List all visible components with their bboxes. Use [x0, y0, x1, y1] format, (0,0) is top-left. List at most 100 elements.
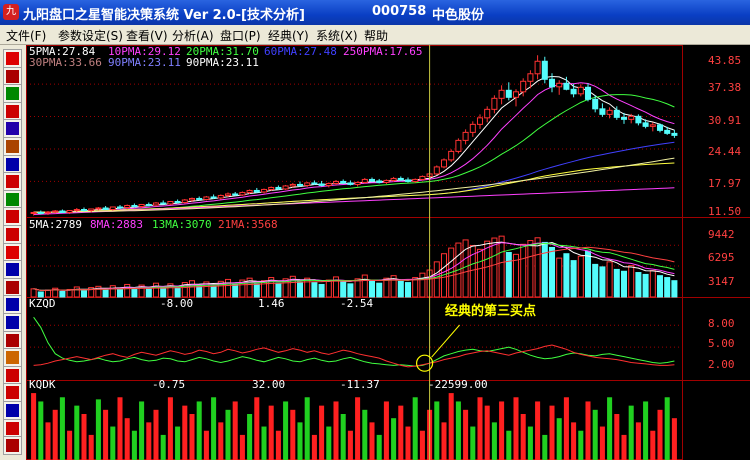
volume-bar: [196, 285, 203, 298]
volume-bar: [188, 280, 196, 298]
volume-bar: [152, 282, 160, 298]
kqdk-bar: [124, 418, 130, 460]
pen-icon[interactable]: [3, 348, 22, 368]
kqdk-bar: [383, 401, 389, 460]
arrow-icon[interactable]: [3, 365, 22, 385]
save-icon[interactable]: [3, 418, 22, 438]
kqdk-bar: [542, 434, 548, 460]
plus-icon[interactable]: [3, 207, 22, 227]
trend-icon[interactable]: [3, 84, 22, 104]
menu-help[interactable]: 帮助: [364, 27, 388, 44]
volume-bar: [376, 282, 383, 298]
book-icon[interactable]: [3, 260, 22, 280]
volume-bar: [404, 282, 412, 298]
candle-body: [628, 115, 635, 120]
candle-body: [541, 60, 548, 80]
menu-classic[interactable]: 经典(Y): [268, 27, 309, 44]
menu-file[interactable]: 文件(F): [6, 27, 46, 44]
candle-body: [383, 179, 390, 183]
left-toolbar: [0, 45, 27, 460]
candle-body: [440, 159, 448, 168]
grid-icon[interactable]: [3, 313, 22, 332]
volume-bar: [325, 279, 332, 298]
fbk-icon-2[interactable]: [3, 401, 22, 420]
kqdk-bar: [261, 426, 267, 460]
legend-ma90-b: 90PMA:23.11: [186, 56, 259, 69]
volume-bar: [484, 240, 491, 298]
menu-param-settings[interactable]: 参数设定(S): [58, 27, 123, 44]
volume-bar: [419, 272, 426, 298]
kqdk-bar: [470, 426, 476, 460]
menu-view[interactable]: 查看(V): [126, 27, 168, 44]
table-icon[interactable]: [3, 154, 22, 174]
volume-tick: 3147: [708, 275, 735, 288]
volume-bar: [635, 272, 642, 298]
kqdk-bar: [448, 393, 454, 460]
menu-pankou[interactable]: 盘口(P): [220, 27, 261, 44]
candle-body: [88, 208, 95, 211]
cross-icon[interactable]: [3, 225, 22, 244]
kqdk-bar: [117, 397, 123, 460]
fbk-icon[interactable]: [3, 383, 22, 403]
kzqd-label: KZQD: [29, 297, 56, 310]
people-icon-glyph: [6, 298, 19, 312]
candle-body: [124, 204, 131, 208]
legend-vol-ma5: 5MA:2789: [29, 218, 82, 231]
volume-bar: [656, 275, 664, 298]
wave-icon[interactable]: [3, 119, 22, 139]
candle-body: [563, 82, 570, 90]
menu-analysis[interactable]: 分析(A): [172, 27, 214, 44]
kqdk-bar: [88, 434, 94, 460]
kqdk-bar: [477, 397, 483, 460]
candle-body: [30, 211, 37, 214]
legend-ma90: 90PMA:23.11: [108, 56, 181, 69]
list-icon[interactable]: [3, 330, 22, 350]
candle-body: [592, 98, 599, 110]
w-icon[interactable]: [3, 172, 22, 192]
volume-bar: [383, 277, 390, 298]
gear-icon[interactable]: [3, 189, 22, 209]
kqdk-bar: [326, 426, 332, 460]
kqdk-bar: [455, 401, 461, 460]
candle-body: [527, 73, 534, 82]
volume-bar: [570, 260, 577, 298]
candle-body: [491, 97, 498, 110]
people-icon[interactable]: [3, 295, 22, 315]
chart-icon[interactable]: [3, 436, 22, 456]
bars-icon[interactable]: [3, 101, 22, 121]
candle-body: [397, 177, 404, 181]
candle-body: [131, 204, 138, 207]
kqdk-bar: [38, 401, 44, 460]
candle-body: [347, 182, 354, 185]
candle-body: [109, 206, 116, 210]
chart-area[interactable]: [26, 45, 750, 460]
line-chart-icon[interactable]: [3, 49, 22, 68]
candle-body: [354, 181, 361, 185]
kqdk-bar: [657, 409, 663, 460]
candle-icon[interactable]: [3, 66, 22, 86]
volume-bar: [620, 270, 628, 298]
menu-system[interactable]: 系统(X): [316, 27, 358, 44]
kqdk-bar: [95, 399, 101, 460]
kqdk-bar: [556, 418, 562, 460]
volume-bar: [505, 251, 512, 298]
candle-body: [613, 109, 620, 118]
kqdk-bar: [419, 430, 425, 460]
kqdk-bar: [585, 401, 591, 460]
bars-icon-glyph: [6, 104, 19, 118]
candle-body: [52, 210, 59, 213]
candle-body: [340, 180, 347, 184]
kqdk-bar: [319, 405, 325, 460]
scroll-icon[interactable]: [3, 277, 22, 297]
candle-body: [95, 207, 102, 210]
stock-code: 000758: [372, 4, 427, 19]
f10-icon[interactable]: [3, 242, 22, 262]
price-tick: 37.38: [708, 81, 742, 94]
volume-bar: [563, 253, 570, 298]
kqdk-bar: [412, 397, 418, 460]
indicator-icon[interactable]: [3, 137, 22, 156]
fbk-icon-glyph: [6, 386, 19, 400]
kqdk-bar: [239, 434, 245, 460]
candle-body: [80, 208, 88, 211]
candle-body: [188, 197, 196, 201]
